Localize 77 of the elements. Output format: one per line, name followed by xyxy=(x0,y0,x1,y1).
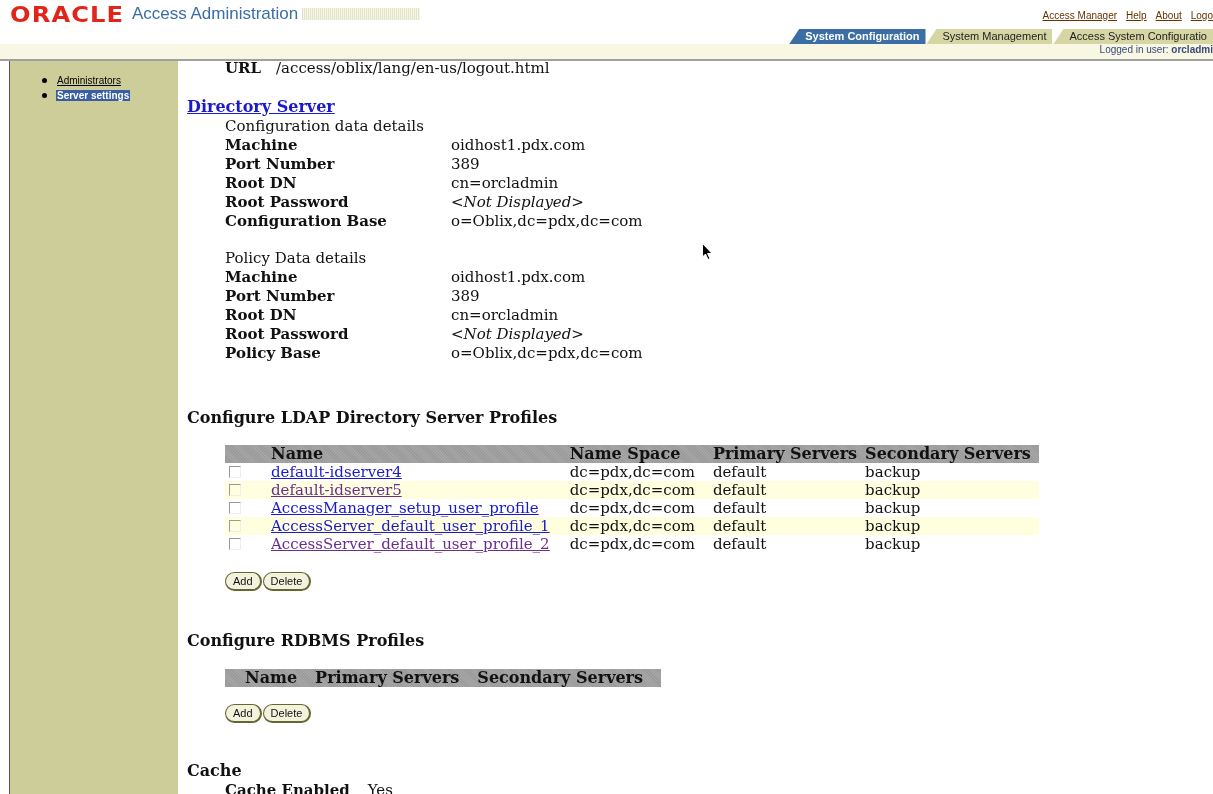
row-checkbox[interactable] xyxy=(229,502,241,514)
table-cell: dc=pdx,dc=com xyxy=(569,463,713,481)
profile-link[interactable]: AccessServer_default_user_profile_2 xyxy=(271,535,550,553)
header-link[interactable]: Logo xyxy=(1190,9,1213,21)
table-cell: dc=pdx,dc=com xyxy=(569,517,713,535)
product-title: Access Administration xyxy=(131,4,299,24)
field-label: Port Number xyxy=(225,155,336,174)
field-label: Root Password xyxy=(225,325,350,344)
column-header: Primary Servers xyxy=(315,669,478,687)
field-label: URL xyxy=(225,59,263,78)
table-cell: default xyxy=(712,481,866,499)
field-label: Policy Base xyxy=(225,344,322,363)
action-button[interactable]: Add xyxy=(225,704,262,723)
field-value: oidhost1.pdx.com xyxy=(451,268,586,287)
column-header: Secondary Servers xyxy=(477,669,662,687)
field-label: Configuration Base xyxy=(225,212,388,231)
table-cell: dc=pdx,dc=com xyxy=(569,535,713,553)
field-label: Root Password xyxy=(225,193,350,212)
column-header: Primary Servers xyxy=(712,445,866,463)
table-cell: backup xyxy=(865,463,1039,481)
field-value: <Not Displayed> xyxy=(451,325,584,344)
field-value: 389 xyxy=(451,287,480,306)
column-header: Secondary Servers xyxy=(865,445,1039,463)
nav-tab[interactable]: System Configuration xyxy=(789,29,926,44)
field-value: o=Oblix,dc=pdx,dc=com xyxy=(451,212,643,231)
action-button[interactable]: Delete xyxy=(262,572,312,591)
table-cell: default xyxy=(712,535,866,553)
column-header: Name Space xyxy=(569,445,713,463)
group-heading: Policy Data details xyxy=(225,249,367,267)
action-button[interactable]: Add xyxy=(225,572,262,591)
field-value: o=Oblix,dc=pdx,dc=com xyxy=(451,344,643,363)
section-link[interactable]: Directory Server xyxy=(187,97,335,116)
table-cell: default xyxy=(712,499,866,517)
table-cell: backup xyxy=(865,517,1039,535)
table-cell: backup xyxy=(865,499,1039,517)
row-checkbox[interactable] xyxy=(229,538,241,550)
sidebar-item[interactable]: Server settings xyxy=(56,90,131,101)
nav-tab[interactable]: Access System Configuratio xyxy=(1053,29,1213,44)
field-label: Machine xyxy=(225,136,299,155)
field-value: oidhost1.pdx.com xyxy=(451,136,586,155)
action-button[interactable]: Delete xyxy=(262,704,312,723)
table-cell: default xyxy=(712,463,866,481)
header-link[interactable]: About xyxy=(1155,9,1182,21)
field-value: 389 xyxy=(451,155,480,174)
table-cell: default xyxy=(712,517,866,535)
header-link[interactable]: Help xyxy=(1126,9,1147,21)
row-checkbox[interactable] xyxy=(229,520,241,532)
field-value: cn=orcladmin xyxy=(451,306,559,325)
field-label: Machine xyxy=(225,268,299,287)
field-value: /access/oblix/lang/en-us/logout.html xyxy=(276,59,550,78)
logged-in-user: Logged in user: orcladmi xyxy=(1099,44,1213,55)
cursor-icon xyxy=(702,243,713,260)
group-heading: Configuration data details xyxy=(225,117,424,135)
row-checkbox[interactable] xyxy=(229,484,241,496)
column-header: Name xyxy=(271,445,570,463)
table-cell: dc=pdx,dc=com xyxy=(569,499,713,517)
nav-tab[interactable]: System Management xyxy=(926,29,1053,44)
column-header: Name xyxy=(245,669,316,687)
field-value: cn=orcladmin xyxy=(451,174,559,193)
field-label: Root DN xyxy=(225,174,298,193)
logo: ORACLE xyxy=(10,1,125,27)
table-cell: dc=pdx,dc=com xyxy=(569,481,713,499)
field-value: <Not Displayed> xyxy=(451,193,584,212)
field-label: Root DN xyxy=(225,306,298,325)
section-heading: Cache xyxy=(187,761,242,780)
bullet-icon xyxy=(42,93,47,98)
field-label: Port Number xyxy=(225,287,336,306)
profile-link[interactable]: default-idserver4 xyxy=(271,463,402,481)
bullet-icon xyxy=(42,78,47,83)
profile-link[interactable]: AccessManager_setup_user_profile xyxy=(271,499,539,517)
header-link[interactable]: Access Manager xyxy=(1042,9,1118,21)
table-cell: backup xyxy=(865,535,1039,553)
section-heading: Configure LDAP Directory Server Profiles xyxy=(187,408,558,427)
table-cell: backup xyxy=(865,481,1039,499)
row-checkbox[interactable] xyxy=(229,466,241,478)
sidebar-item[interactable]: Administrators xyxy=(56,75,122,86)
section-heading: Configure RDBMS Profiles xyxy=(187,631,425,650)
